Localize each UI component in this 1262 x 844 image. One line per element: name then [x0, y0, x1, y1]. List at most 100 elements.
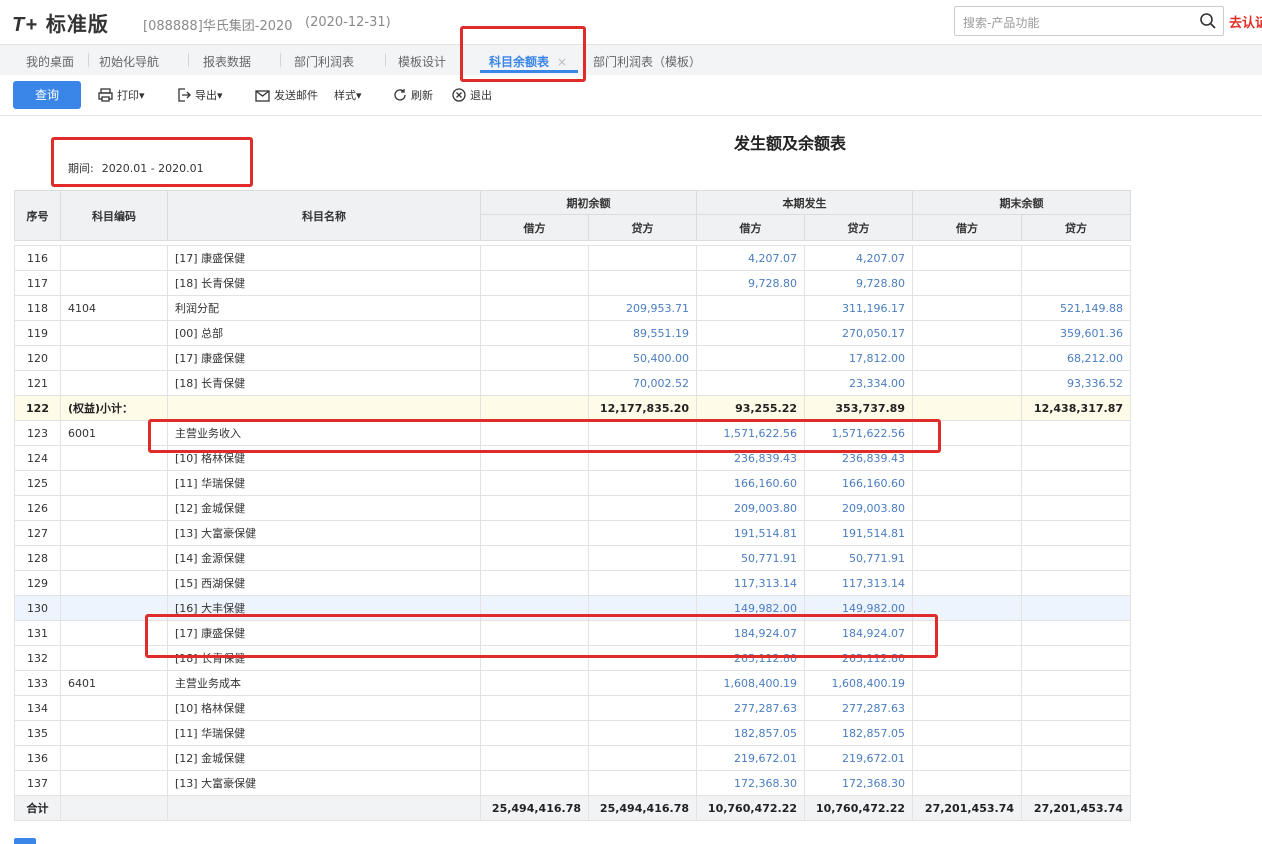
table-row[interactable]: 122 (权益)小计： 12,177,835.20 93,255.22 353,737.…	[14, 395, 1131, 421]
cell-amount: 4,207.07	[696, 245, 805, 271]
cell-amount	[1021, 420, 1131, 446]
cell-amount: 12,438,317.87	[1021, 395, 1131, 421]
cell-seq: 125	[14, 470, 61, 496]
query-button[interactable]: 查询	[13, 81, 81, 109]
cell-code	[60, 770, 168, 796]
export-button[interactable]: 导出 ▾	[177, 87, 223, 103]
cell-name: [18] 长青保健	[167, 645, 481, 671]
table-row[interactable]: 135 [11] 华瑞保健 182,857.05 182,857.05	[14, 720, 1131, 746]
cell-amount	[480, 745, 589, 771]
table-row[interactable]: 127 [13] 大富豪保健 191,514.81 191,514.81	[14, 520, 1131, 546]
cell-name: [18] 长青保健	[167, 270, 481, 296]
tab-dept-profit-template[interactable]: 部门利润表（模板）	[593, 53, 701, 70]
tab-init-guide[interactable]: 初始化导航	[99, 53, 159, 70]
table-row[interactable]: 117 [18] 长青保健 9,728.80 9,728.80	[14, 270, 1131, 296]
cell-amount: 117,313.14	[804, 570, 913, 596]
cell-amount	[480, 520, 589, 546]
col-opening-debit: 借方	[480, 214, 589, 241]
cell-amount	[588, 495, 697, 521]
cell-amount: 70,002.52	[588, 370, 697, 396]
cell-amount	[480, 695, 589, 721]
table-row[interactable]: 120 [17] 康盛保健 50,400.00 17,812.00 68,212.00	[14, 345, 1131, 371]
cell-seq: 131	[14, 620, 61, 646]
tab-report-data[interactable]: 报表数据	[203, 53, 251, 70]
refresh-button[interactable]: 刷新	[393, 87, 433, 103]
cell-code	[60, 595, 168, 621]
cell-amount	[480, 770, 589, 796]
search-box[interactable]: 搜索-产品功能	[954, 6, 1224, 36]
send-email-button[interactable]: 发送邮件	[255, 87, 318, 103]
table-row[interactable]: 121 [18] 长青保健 70,002.52 23,334.00 93,336.52	[14, 370, 1131, 396]
cell-amount	[1021, 470, 1131, 496]
cell-amount	[696, 295, 805, 321]
cell-amount	[912, 720, 1022, 746]
search-icon[interactable]	[1199, 12, 1217, 30]
col-seq: 序号	[14, 190, 61, 241]
cell-amount	[912, 595, 1022, 621]
tab-desktop[interactable]: 我的桌面	[26, 53, 74, 70]
table-row[interactable]: 128 [14] 金源保健 50,771.91 50,771.91	[14, 545, 1131, 571]
table-row[interactable]: 125 [11] 华瑞保健 166,160.60 166,160.60	[14, 470, 1131, 496]
cell-amount	[1021, 495, 1131, 521]
cell-amount: 1,571,622.56	[696, 420, 805, 446]
cell-amount: 184,924.07	[696, 620, 805, 646]
cell-amount	[912, 770, 1022, 796]
table-row[interactable]: 132 [18] 长青保健 265,112.80 265,112.80	[14, 645, 1131, 671]
tab-dept-profit[interactable]: 部门利润表	[294, 53, 354, 70]
print-button[interactable]: 打印 ▾	[98, 87, 145, 103]
table-row[interactable]: 126 [12] 金城保健 209,003.80 209,003.80	[14, 495, 1131, 521]
table-row[interactable]: 131 [17] 康盛保健 184,924.07 184,924.07	[14, 620, 1131, 646]
search-input[interactable]: 搜索-产品功能	[963, 14, 1039, 31]
cell-name: [17] 康盛保健	[167, 245, 481, 271]
cell-name: [15] 西湖保健	[167, 570, 481, 596]
tab-account-balance[interactable]: 科目余额表 ×	[489, 53, 567, 70]
cell-amount: 149,982.00	[804, 595, 913, 621]
cell-amount	[912, 420, 1022, 446]
cell-seq: 126	[14, 495, 61, 521]
close-icon[interactable]: ×	[557, 55, 567, 69]
certify-link[interactable]: 去认证	[1229, 12, 1262, 31]
table-row[interactable]: 116 [17] 康盛保健 4,207.07 4,207.07	[14, 245, 1131, 271]
tab-template-design[interactable]: 模板设计	[398, 53, 446, 70]
table-row[interactable]: 130 [16] 大丰保健 149,982.00 149,982.00	[14, 595, 1131, 621]
cell-code	[60, 370, 168, 396]
cell-amount	[912, 445, 1022, 471]
cell-code: 6401	[60, 670, 168, 696]
cell-amount: 191,514.81	[804, 520, 913, 546]
top-bar: T+ 标准版 [088888]华氏集团-2020 (2020-12-31) 搜索…	[0, 0, 1262, 44]
table-row[interactable]: 118 4104 利润分配 209,953.71 311,196.17 521,149.8…	[14, 295, 1131, 321]
cell-amount	[480, 545, 589, 571]
col-closing-debit: 借方	[912, 214, 1022, 241]
cell-amount	[588, 470, 697, 496]
total-amount	[60, 795, 168, 821]
cell-amount	[1021, 570, 1131, 596]
table-row[interactable]: 134 [10] 格林保健 277,287.63 277,287.63	[14, 695, 1131, 721]
cell-amount	[1021, 270, 1131, 296]
cell-amount: 236,839.43	[696, 445, 805, 471]
chevron-down-icon: ▾	[217, 88, 223, 102]
table-row[interactable]: 123 6001 主营业务收入 1,571,622.56 1,571,622.56	[14, 420, 1131, 446]
table-row[interactable]: 129 [15] 西湖保健 117,313.14 117,313.14	[14, 570, 1131, 596]
cell-amount: 1,571,622.56	[804, 420, 913, 446]
table-row[interactable]: 133 6401 主营业务成本 1,608,400.19 1,608,400.19	[14, 670, 1131, 696]
cell-amount: 182,857.05	[696, 720, 805, 746]
cell-amount: 191,514.81	[696, 520, 805, 546]
cell-seq: 132	[14, 645, 61, 671]
cell-amount: 149,982.00	[696, 595, 805, 621]
col-current: 本期发生	[696, 190, 913, 215]
cell-amount	[588, 420, 697, 446]
table-row[interactable]: 119 [00] 总部 89,551.19 270,050.17 359,601.36	[14, 320, 1131, 346]
cell-name: [12] 金城保健	[167, 745, 481, 771]
table-row[interactable]: 136 [12] 金城保健 219,672.01 219,672.01	[14, 745, 1131, 771]
style-dropdown[interactable]: 样式 ▾	[334, 87, 362, 103]
cell-amount	[588, 520, 697, 546]
cell-name: 利润分配	[167, 295, 481, 321]
cell-amount	[588, 770, 697, 796]
cell-amount	[588, 670, 697, 696]
table-row[interactable]: 124 [10] 格林保健 236,839.43 236,839.43	[14, 445, 1131, 471]
cell-seq: 136	[14, 745, 61, 771]
cell-amount	[588, 570, 697, 596]
cell-amount	[912, 370, 1022, 396]
exit-button[interactable]: 退出	[452, 87, 492, 103]
table-row[interactable]: 137 [13] 大富豪保健 172,368.30 172,368.30	[14, 770, 1131, 796]
